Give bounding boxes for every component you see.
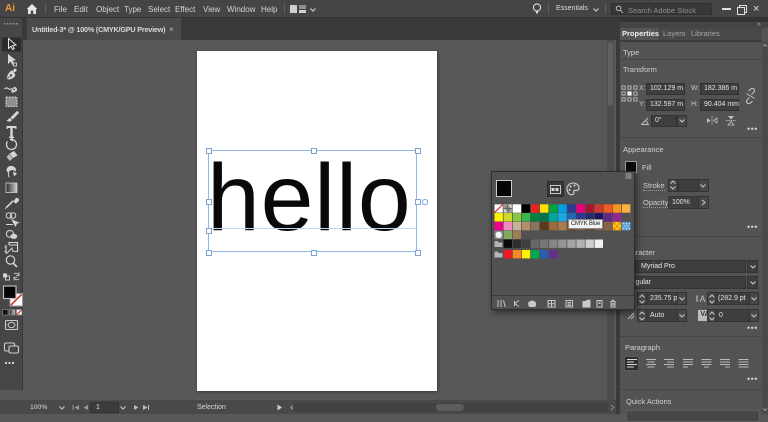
svg-text:A: A bbox=[700, 294, 706, 304]
